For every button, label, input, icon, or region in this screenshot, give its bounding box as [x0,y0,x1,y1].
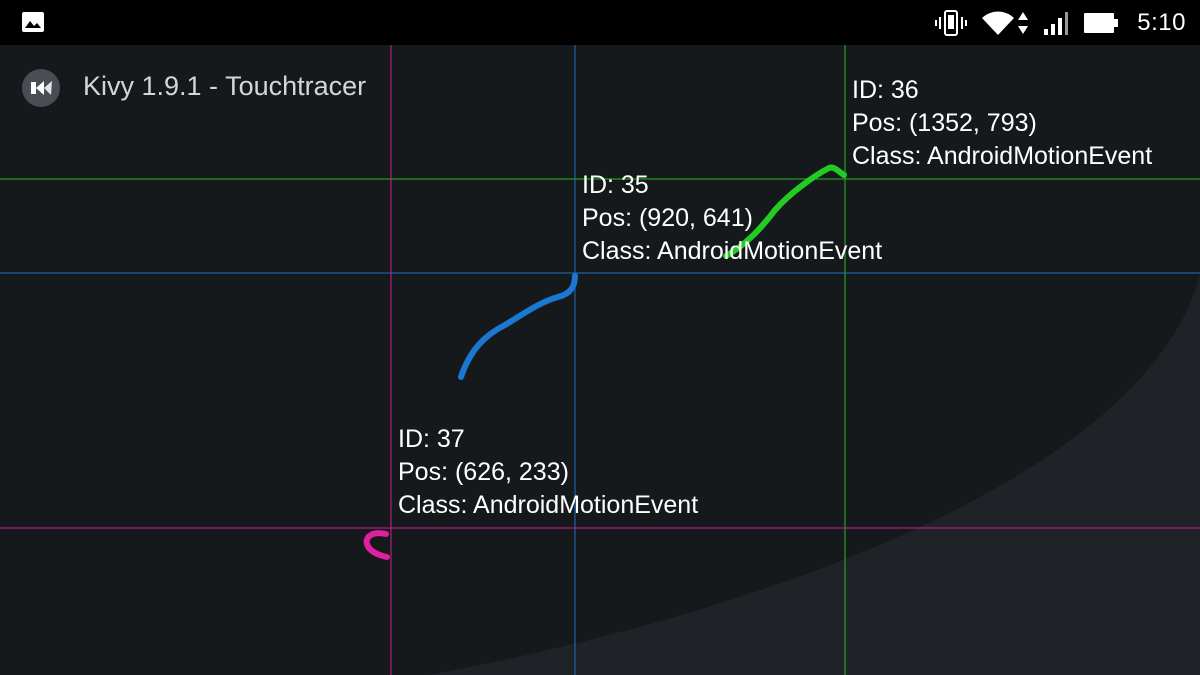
data-arrows-icon [1018,11,1029,34]
cellular-signal-icon [1044,11,1069,35]
touch-37-trail [363,530,390,560]
touch-37-info: ID: 37 Pos: (626, 233) Class: AndroidMot… [398,423,698,522]
touch-36-id: ID: 36 [852,76,919,104]
touch-37-class: Class: AndroidMotionEvent [398,491,699,519]
status-bar: 5:10 [0,0,1200,45]
touch-37-id: ID: 37 [398,425,465,453]
battery-icon [1084,12,1119,33]
status-icons: 5:10 [935,0,1186,45]
wifi-icon [982,11,1015,35]
touch-36-pos: Pos: (1352, 793) [852,109,1037,137]
phone-screen: 5:10 Kivy 1.9.1 - Touchtracer ID: 36 Pos… [0,0,1200,675]
gallery-icon [22,12,44,32]
touch-35-id: ID: 35 [582,171,649,199]
vibrate-icon [935,9,968,36]
touch-35-info: ID: 35 Pos: (920, 641) Class: AndroidMot… [582,169,882,268]
touchtracer-app[interactable]: Kivy 1.9.1 - Touchtracer ID: 36 Pos: (13… [0,45,1200,675]
status-clock: 5:10 [1137,8,1186,36]
touch-35-pos: Pos: (920, 641) [582,204,753,232]
touch-37-pos: Pos: (626, 233) [398,458,569,486]
touch-36-class: Class: AndroidMotionEvent [852,142,1153,170]
touch-36-info: ID: 36 Pos: (1352, 793) Class: AndroidMo… [852,74,1152,173]
touch-35-class: Class: AndroidMotionEvent [582,237,883,265]
touch-35-trail [458,273,578,380]
